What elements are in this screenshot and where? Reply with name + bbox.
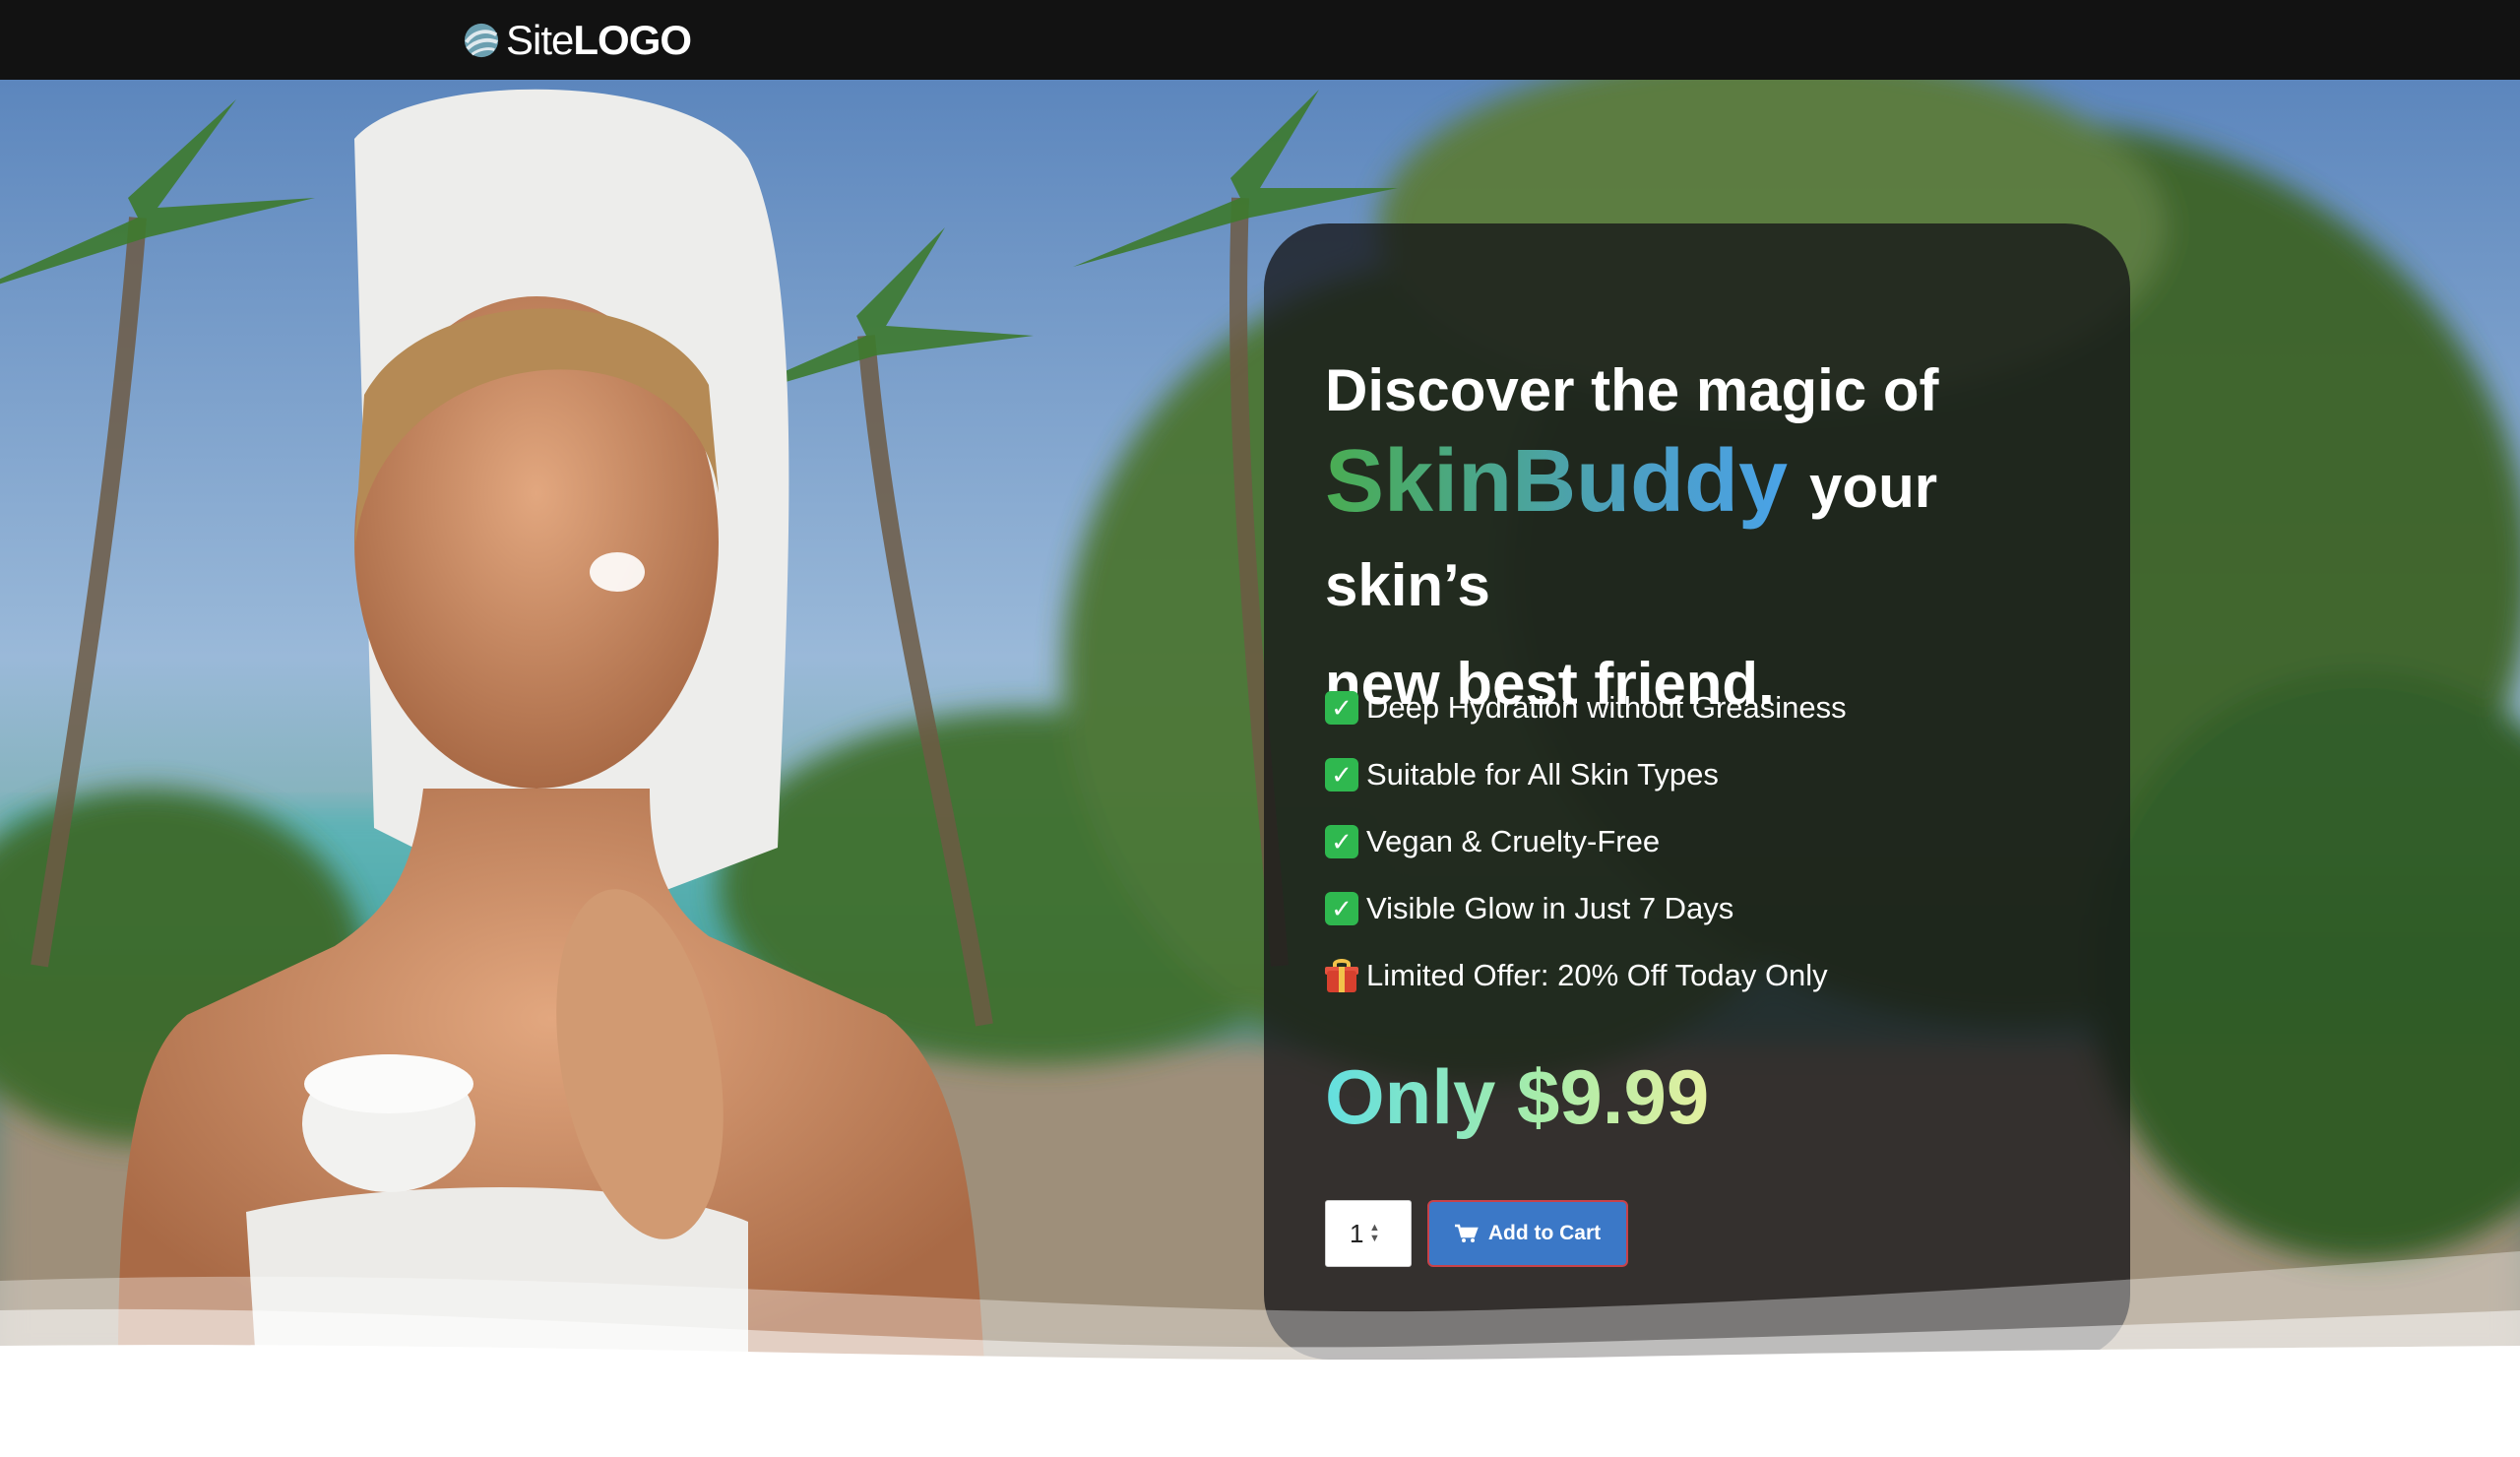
brand-name: SkinBuddy — [1325, 432, 1789, 531]
product-card: Discover the magic of SkinBuddy your skin… — [1264, 223, 2130, 1360]
check-icon: ✓ — [1325, 892, 1358, 925]
feature-text: Visible Glow in Just 7 Days — [1366, 891, 1734, 925]
list-item: ✓ Deep Hydration without Greasiness — [1325, 674, 1847, 741]
list-item: ✓ Vegan & Cruelty-Free — [1325, 808, 1847, 875]
feature-text: Vegan & Cruelty-Free — [1366, 824, 1661, 858]
headline-line1: Discover the magic of — [1325, 357, 1939, 423]
add-to-cart-label: Add to Cart — [1487, 1222, 1602, 1244]
site-logo[interactable]: SiteLOGO — [463, 14, 692, 67]
check-icon: ✓ — [1325, 691, 1358, 725]
gift-icon — [1325, 959, 1358, 992]
hero-bottom-wave — [0, 1251, 2520, 1363]
quantity-value: 1 — [1350, 1219, 1364, 1248]
price-text: Only $9.99 — [1325, 1053, 1710, 1140]
hero-section: Discover the magic of SkinBuddy your skin… — [0, 80, 2520, 1363]
top-navbar: SiteLOGO — [0, 0, 2520, 80]
feature-text: Suitable for All Skin Types — [1366, 757, 1719, 792]
list-item: ✓ Visible Glow in Just 7 Days — [1325, 875, 1847, 942]
globe-swirl-icon — [464, 23, 499, 58]
cart-icon — [1454, 1224, 1479, 1242]
check-icon: ✓ — [1325, 758, 1358, 792]
hero-background-image — [0, 80, 2520, 1363]
feature-text: Deep Hydration without Greasiness — [1366, 690, 1847, 725]
feature-list: ✓ Deep Hydration without Greasiness ✓ Suit… — [1325, 674, 1847, 1009]
check-icon: ✓ — [1325, 825, 1358, 858]
logo-text: SiteLOGO — [506, 17, 692, 63]
list-item: ✓ Suitable for All Skin Types — [1325, 741, 1847, 808]
feature-text: Limited Offer: 20% Off Today Only — [1366, 958, 1828, 992]
list-item: Limited Offer: 20% Off Today Only — [1325, 942, 1847, 1009]
quantity-stepper[interactable]: ▲ ▼ — [1369, 1223, 1380, 1244]
